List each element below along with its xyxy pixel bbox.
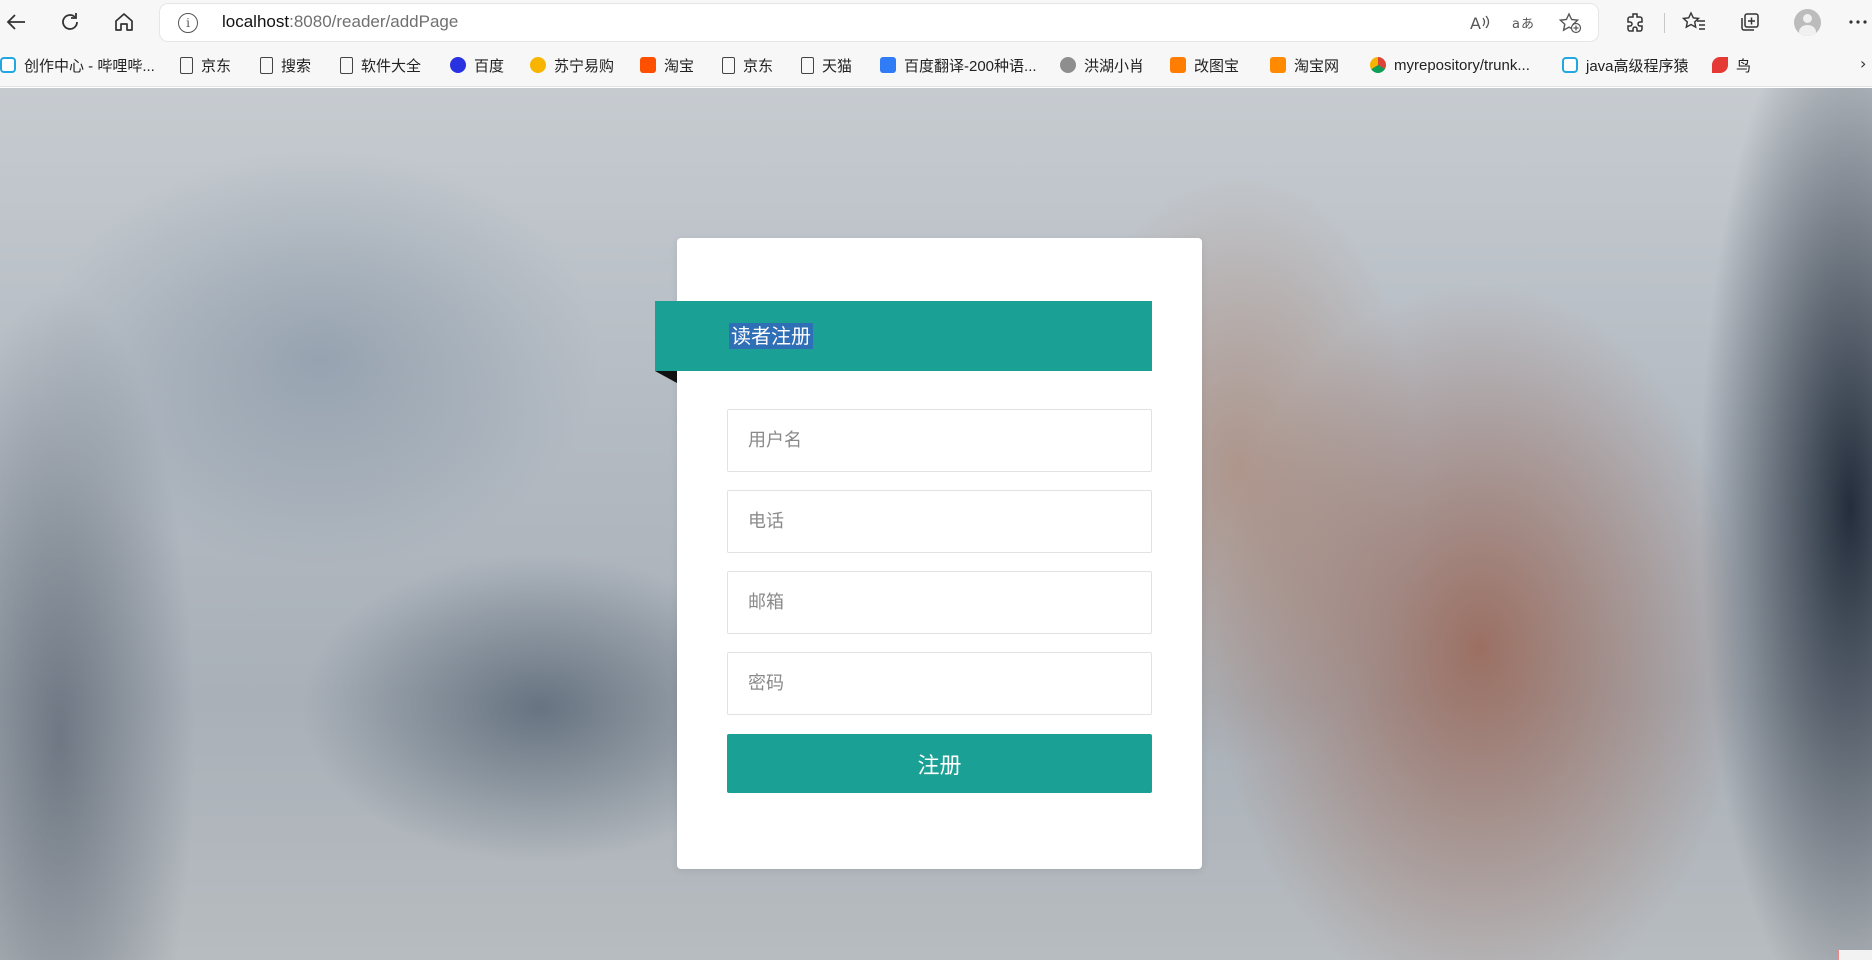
site-icon <box>1060 57 1076 73</box>
gaitubao-icon <box>1170 57 1186 73</box>
bookmark-item[interactable]: 改图宝 <box>1170 53 1239 77</box>
bookmark-label: 京东 <box>743 57 774 75</box>
bookmark-label: 创作中心 - 哔哩哔... <box>24 57 155 75</box>
home-icon[interactable] <box>108 6 140 38</box>
bookmark-item[interactable]: 京东 <box>722 53 773 77</box>
bookmark-label: 淘宝网 <box>1294 57 1340 75</box>
file-icon <box>340 56 353 74</box>
collections-icon[interactable] <box>1734 6 1766 38</box>
register-title: 读者注册 <box>729 323 813 349</box>
bookmark-item[interactable]: 百度翻译-200种语... <box>880 53 1037 77</box>
extensions-icon[interactable] <box>1620 6 1652 38</box>
taobao-icon <box>1270 57 1286 73</box>
bookmark-label: 京东 <box>201 57 232 75</box>
suning-icon <box>530 57 546 73</box>
bookmark-item[interactable]: 淘宝网 <box>1270 53 1339 77</box>
bookmark-item[interactable]: 京东 <box>180 53 231 77</box>
bookmark-label: 百度翻译-200种语... <box>904 57 1037 75</box>
chrome-icon <box>1370 57 1386 73</box>
bookmark-item[interactable]: 搜索 <box>260 53 311 77</box>
profile-avatar[interactable] <box>1794 9 1821 36</box>
refresh-icon[interactable] <box>54 6 86 38</box>
back-arrow-icon[interactable] <box>0 6 32 38</box>
add-favorite-icon[interactable] <box>1556 10 1584 36</box>
bookmark-label: 苏宁易购 <box>554 57 615 75</box>
address-bar[interactable]: i localhost:8080/reader/addPage A aあ <box>160 4 1598 41</box>
svg-text:あ: あ <box>1521 17 1534 32</box>
svg-text:a: a <box>1512 17 1520 32</box>
svg-text:A: A <box>1470 14 1481 33</box>
bookmark-item[interactable]: 百度 <box>450 53 504 77</box>
more-icon[interactable] <box>1842 6 1872 38</box>
bookmark-label: 改图宝 <box>1194 57 1240 75</box>
bookmark-item[interactable]: java高级程序猿 <box>1562 53 1689 77</box>
site-info-icon[interactable]: i <box>178 13 198 33</box>
bookmark-label: 天猫 <box>822 57 853 75</box>
password-input[interactable] <box>727 652 1152 715</box>
url-host: localhost <box>222 12 290 31</box>
chevron-right-icon[interactable]: › <box>1860 54 1866 73</box>
translate-icon[interactable]: aあ <box>1510 10 1538 36</box>
browser-toolbar: i localhost:8080/reader/addPage A aあ <box>0 0 1872 45</box>
toolbar-divider <box>1664 13 1665 33</box>
email-input[interactable] <box>727 571 1152 634</box>
register-ribbon: 读者注册 <box>655 301 1152 371</box>
bookmark-item[interactable]: 创作中心 - 哔哩哔... <box>0 53 155 77</box>
bird-icon <box>1712 57 1728 73</box>
translate-site-icon <box>880 57 896 73</box>
bookmark-label: 鸟 <box>1736 57 1752 75</box>
baidu-icon <box>450 57 466 73</box>
bilibili-icon <box>1562 57 1578 73</box>
bookmark-label: 百度 <box>474 57 505 75</box>
taobao-icon <box>640 57 656 73</box>
file-icon <box>260 56 273 74</box>
bookmark-label: 软件大全 <box>361 57 422 75</box>
bilibili-icon <box>0 57 16 73</box>
bookmark-label: 淘宝 <box>664 57 695 75</box>
bookmark-item[interactable]: 淘宝 <box>640 53 694 77</box>
bookmark-label: myrepository/trunk... <box>1394 56 1530 74</box>
file-icon <box>722 56 735 74</box>
register-button[interactable]: 注册 <box>727 734 1152 793</box>
bookmark-label: 洪湖小肖 <box>1084 57 1145 75</box>
ribbon-fold <box>655 371 677 383</box>
bookmarks-bar: 创作中心 - 哔哩哔... 京东 搜索 软件大全 百度 苏宁易购 淘宝 京东 天… <box>0 45 1872 87</box>
favorites-icon[interactable] <box>1678 6 1710 38</box>
bookmark-item[interactable]: 软件大全 <box>340 53 421 77</box>
username-input[interactable] <box>727 409 1152 472</box>
file-icon <box>801 56 814 74</box>
bookmark-item[interactable]: 鸟 <box>1712 53 1751 77</box>
bookmark-item[interactable]: 洪湖小肖 <box>1060 53 1144 77</box>
bookmark-item[interactable]: myrepository/trunk... <box>1370 53 1530 77</box>
phone-input[interactable] <box>727 490 1152 553</box>
bookmark-label: 搜索 <box>281 57 312 75</box>
url-text[interactable]: localhost:8080/reader/addPage <box>222 12 458 32</box>
bookmark-label: java高级程序猿 <box>1586 57 1689 75</box>
corner-indicator <box>1838 950 1872 960</box>
bookmark-item[interactable]: 天猫 <box>801 53 852 77</box>
file-icon <box>180 56 193 74</box>
read-aloud-icon[interactable]: A <box>1466 10 1494 36</box>
url-path: :8080/reader/addPage <box>289 12 459 31</box>
bookmark-item[interactable]: 苏宁易购 <box>530 53 614 77</box>
